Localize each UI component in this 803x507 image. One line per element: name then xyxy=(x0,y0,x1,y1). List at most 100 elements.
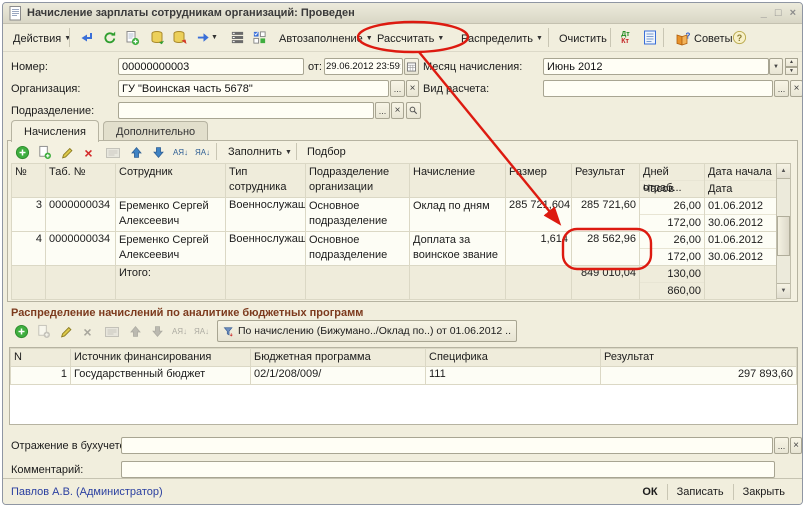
distribute-button[interactable]: Распределить ▼ xyxy=(455,27,549,50)
refresh-button[interactable] xyxy=(99,27,120,48)
actions-button[interactable]: Действия ▼ xyxy=(7,27,77,50)
cell-tab-no[interactable]: 0000000034 xyxy=(46,232,116,266)
cell-emp-type[interactable]: Военнослужащ... xyxy=(226,198,306,232)
cell-employee[interactable]: Еременко Сергей Алексеевич xyxy=(116,198,226,232)
end-edit-button[interactable] xyxy=(101,321,122,342)
cell-program[interactable]: 02/1/208/009/ xyxy=(251,367,426,385)
add-row-button[interactable] xyxy=(11,321,32,342)
help-button[interactable]: ? xyxy=(729,27,750,48)
minimize-icon[interactable]: _ xyxy=(761,7,767,19)
calendar-button[interactable] xyxy=(404,58,419,75)
cell-days-hours[interactable]: 26,00 172,00 xyxy=(640,232,705,266)
cell-tab-no[interactable]: 0000000034 xyxy=(46,198,116,232)
add-row-button[interactable] xyxy=(12,142,33,163)
cell-spec[interactable]: 111 xyxy=(426,367,601,385)
accounting-clear-button[interactable]: × xyxy=(790,437,802,454)
scroll-up-icon[interactable]: ▲ xyxy=(777,164,790,179)
edit-row-button[interactable] xyxy=(56,142,77,163)
post-document-button[interactable] xyxy=(147,27,168,48)
sort-descending-button[interactable]: ЯА↓ xyxy=(191,321,212,342)
department-field[interactable] xyxy=(118,102,374,119)
cell-result[interactable]: 297 893,60 xyxy=(601,367,797,385)
calculate-button[interactable]: Рассчитать ▼ xyxy=(371,27,450,50)
end-edit-button[interactable] xyxy=(102,142,123,163)
table-row[interactable]: 3 0000000034 Еременко Сергей Алексеевич … xyxy=(12,198,777,232)
cell-num[interactable]: 4 xyxy=(12,232,46,266)
tab-accruals[interactable]: Начисления xyxy=(11,120,99,142)
clear-button[interactable]: Очистить xyxy=(553,27,613,50)
accounting-select-button[interactable]: ... xyxy=(774,437,789,454)
ok-button[interactable]: ОК xyxy=(633,479,666,504)
cell-org-dept[interactable]: Основное подразделение xyxy=(306,232,410,266)
cell-accrual[interactable]: Оклад по дням xyxy=(410,198,506,232)
organization-field[interactable] xyxy=(118,80,389,97)
close-button[interactable]: Закрыть xyxy=(734,479,794,504)
cell-employee[interactable]: Еременко Сергей Алексеевич xyxy=(116,232,226,266)
organization-select-button[interactable]: ... xyxy=(390,80,405,97)
go-to-button[interactable]: ▼ xyxy=(193,27,221,48)
cell-result[interactable]: 285 721,60 xyxy=(572,198,640,232)
unpost-document-button[interactable] xyxy=(169,27,190,48)
department-select-button[interactable]: ... xyxy=(375,102,390,119)
save-button[interactable] xyxy=(75,27,96,48)
month-dropdown-button[interactable]: ▼ xyxy=(769,58,783,75)
maximize-icon[interactable]: □ xyxy=(775,7,782,19)
copy-row-button[interactable] xyxy=(34,142,55,163)
number-field[interactable] xyxy=(118,58,304,75)
cell-size[interactable]: 1,614 xyxy=(506,232,572,266)
table-row[interactable]: 4 0000000034 Еременко Сергей Алексеевич … xyxy=(12,232,777,266)
spinner-up-icon[interactable]: ▲ xyxy=(785,58,798,67)
delete-row-button[interactable]: × xyxy=(78,142,99,163)
fill-button[interactable]: Заполнить ▼ xyxy=(222,141,298,163)
delete-row-button[interactable]: × xyxy=(77,321,98,342)
scrollbar-thumb[interactable] xyxy=(777,216,790,256)
scroll-down-icon[interactable]: ▼ xyxy=(777,283,790,298)
copy-row-button[interactable] xyxy=(33,321,54,342)
copy-button[interactable] xyxy=(121,27,142,48)
department-clear-button[interactable]: × xyxy=(391,102,404,119)
cell-accrual[interactable]: Доплата за воинское звание xyxy=(410,232,506,266)
list-settings-button[interactable] xyxy=(227,27,248,48)
sort-descending-button[interactable]: ЯА↓ xyxy=(192,142,213,163)
cell-result-highlighted[interactable]: 28 562,96 xyxy=(572,232,640,266)
dt-kt-button[interactable]: ДтКт xyxy=(615,27,636,48)
calc-kind-field[interactable] xyxy=(543,80,773,97)
move-up-button[interactable] xyxy=(125,321,146,342)
comment-field[interactable] xyxy=(121,461,775,478)
department-search-button[interactable] xyxy=(406,102,421,119)
edit-row-button[interactable] xyxy=(55,321,76,342)
accounting-field[interactable] xyxy=(121,437,773,454)
month-spinner[interactable]: ▲ ▼ xyxy=(785,58,798,75)
cell-dates[interactable]: 01.06.2012 30.06.2012 xyxy=(705,232,777,266)
date-field[interactable] xyxy=(324,58,403,75)
pick-button[interactable]: Подбор xyxy=(301,141,352,163)
copy-icon xyxy=(37,145,52,160)
spinner-down-icon[interactable]: ▼ xyxy=(785,67,798,76)
cell-dates[interactable]: 01.06.2012 30.06.2012 xyxy=(705,198,777,232)
tab-additional[interactable]: Дополнительно xyxy=(103,121,208,141)
cell-days-hours[interactable]: 26,00 172,00 xyxy=(640,198,705,232)
cell-size[interactable]: 285 721,604 xyxy=(506,198,572,232)
move-down-button[interactable] xyxy=(147,321,168,342)
move-down-button[interactable] xyxy=(148,142,169,163)
document-register-button[interactable] xyxy=(639,27,660,48)
cell-num[interactable]: 3 xyxy=(12,198,46,232)
table-row[interactable]: 1 Государственный бюджет 02/1/208/009/ 1… xyxy=(11,367,797,385)
month-field[interactable] xyxy=(543,58,769,75)
list-filter-button[interactable] xyxy=(249,27,270,48)
accruals-scrollbar[interactable]: ▲ ▼ xyxy=(776,163,791,299)
sort-ascending-button[interactable]: АЯ↓ xyxy=(170,142,191,163)
sort-ascending-button[interactable]: АЯ↓ xyxy=(169,321,190,342)
cell-org-dept[interactable]: Основное подразделение xyxy=(306,198,410,232)
close-icon[interactable]: × xyxy=(790,7,796,19)
distribution-filter-button[interactable]: По начислению (Бижумано../Оклад по..) от… xyxy=(217,320,517,342)
autofill-button[interactable]: Автозаполнение ▼ xyxy=(273,27,379,50)
save-button[interactable]: Записать xyxy=(668,479,733,504)
calc-kind-clear-button[interactable]: × xyxy=(790,80,803,97)
calc-kind-select-button[interactable]: ... xyxy=(774,80,789,97)
cell-n[interactable]: 1 xyxy=(11,367,71,385)
cell-emp-type[interactable]: Военнослужащ... xyxy=(226,232,306,266)
organization-clear-button[interactable]: × xyxy=(406,80,419,97)
cell-source[interactable]: Государственный бюджет xyxy=(71,367,251,385)
move-up-button[interactable] xyxy=(126,142,147,163)
